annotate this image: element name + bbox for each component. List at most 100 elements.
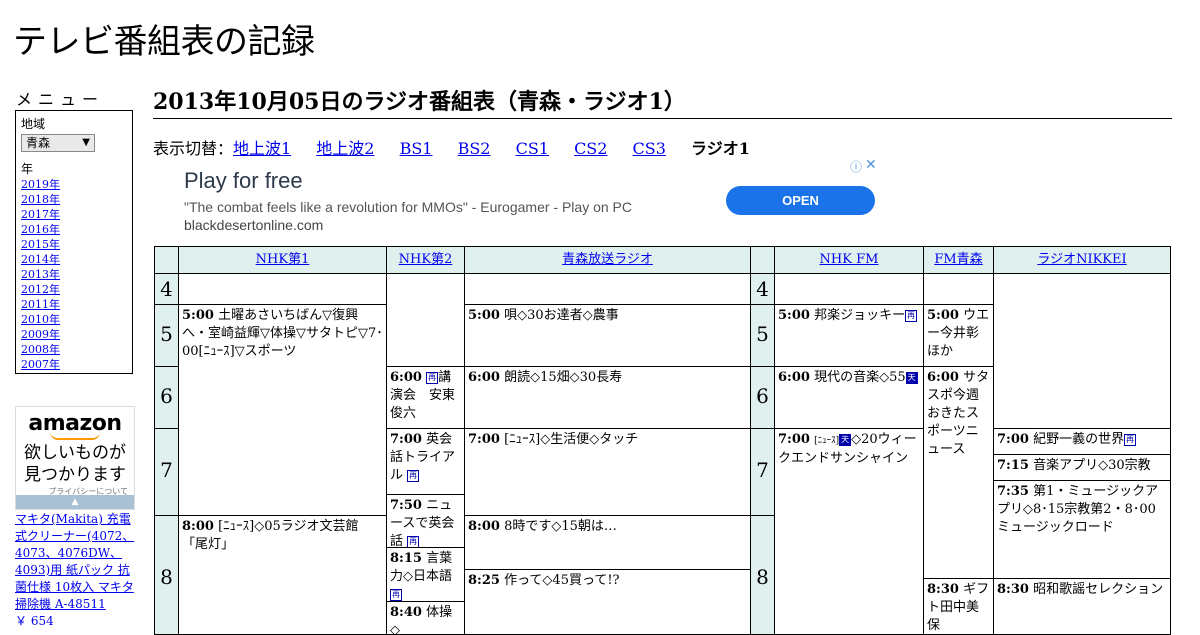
program-cell[interactable]: 8:00 8時です◇15朝は… — [464, 515, 751, 570]
hour-cell: 6 — [154, 366, 179, 429]
station-link[interactable]: NHK FM — [820, 252, 879, 267]
corner-cell — [750, 246, 775, 274]
hour-cell: 8 — [154, 515, 179, 635]
hour-cell: 5 — [154, 304, 179, 367]
program-cell[interactable]: 7:00 [ﾆｭｰｽ]◇生活便◇タッチ — [464, 428, 751, 516]
program-cell[interactable]: 8:15 言葉力◇日本語 再 — [386, 547, 465, 602]
program-cell[interactable]: 7:15 音楽アプリ◇30宗教 — [993, 454, 1171, 481]
program-title: 邦楽ジョッキー — [814, 308, 906, 323]
site-title: テレビ番組表の記録 — [13, 22, 315, 62]
program-title: 唄◇30お達者◇農事 — [504, 308, 619, 323]
program-cell[interactable]: 8:25 作って◇45買って!? — [464, 569, 751, 635]
program-empty — [464, 273, 751, 305]
program-time: 7:15 — [997, 458, 1029, 473]
year-link[interactable]: 2015年 — [21, 237, 127, 252]
ad-open-button[interactable]: OPEN — [726, 186, 875, 215]
station-link[interactable]: 青森放送ラジオ — [562, 252, 653, 267]
weather-icon: 天 — [905, 371, 918, 384]
menu-title: メニュー — [16, 90, 105, 109]
station-header-nikkei: ラジオNIKKEI — [993, 246, 1171, 274]
year-link[interactable]: 2011年 — [21, 297, 127, 312]
program-time: 6:00 — [468, 370, 500, 385]
program-cell[interactable]: 5:00 唄◇30お達者◇農事 — [464, 304, 751, 367]
program-cell[interactable]: 7:50 ニュースで英会話 再 — [386, 494, 465, 548]
product-link[interactable]: マキタ(Makita) 充電式クリーナー(4072、4073、4076DW、40… — [15, 512, 134, 611]
close-icon[interactable]: ✕ — [865, 156, 877, 173]
amazon-tagline-2: 見つかります — [24, 465, 126, 485]
program-cell[interactable]: 5:00 ウエー今井彰ほか — [923, 304, 994, 367]
program-time: 5:00 — [182, 308, 214, 323]
amazon-logo: amazon — [28, 411, 122, 436]
station-link[interactable]: NHK第2 — [399, 252, 453, 267]
program-cell[interactable]: 8:30 昭和歌謡セレクション — [993, 578, 1171, 635]
info-icon[interactable]: ⓘ — [850, 158, 862, 175]
program-cell[interactable]: 7:00 紀野一義の世界再 — [993, 428, 1171, 455]
program-time: 7:00 — [778, 432, 810, 447]
rebroadcast-icon: 再 — [407, 535, 420, 547]
program-cell[interactable]: 8:00 [ﾆｭｰｽ]◇05ラジオ文芸館「尾灯」 — [178, 515, 387, 635]
program-cell[interactable]: 7:00 英会話トライアル 再 — [386, 428, 465, 495]
program-time: 8:00 — [468, 519, 500, 534]
program-cell[interactable]: 8:30 ギフト田中美保 — [923, 578, 994, 635]
year-list: 2019年 2018年 2017年 2016年 2015年 2014年 2013… — [21, 177, 127, 372]
page-title: 2013年10月05日のラジオ番組表（青森・ラジオ1） — [153, 84, 1172, 119]
program-time: 6:00 — [390, 370, 422, 385]
hour-cell: 4 — [750, 273, 775, 305]
program-title: [ﾆｭｰｽ] — [814, 436, 840, 446]
program-empty — [774, 273, 924, 305]
program-time: 7:35 — [997, 484, 1029, 499]
program-time: 6:00 — [927, 370, 959, 385]
hour-cell: 7 — [154, 428, 179, 516]
year-link[interactable]: 2017年 — [21, 207, 127, 222]
year-link[interactable]: 2018年 — [21, 192, 127, 207]
year-link[interactable]: 2010年 — [21, 312, 127, 327]
year-link[interactable]: 2007年 — [21, 357, 127, 372]
program-cell[interactable]: 5:00 土曜あさいちばん▽復興へ・室崎益輝▽体操▽サタトピ▽7･00[ﾆｭｰｽ… — [178, 304, 387, 516]
station-header-nhk1: NHK第1 — [178, 246, 387, 274]
banner-ad[interactable]: Play for free "The combat feels like a r… — [153, 156, 881, 246]
program-title: 8時です◇15朝は… — [504, 519, 617, 534]
program-title: 紀野一義の世界 — [1033, 432, 1125, 447]
station-link[interactable]: FM青森 — [934, 252, 982, 267]
amazon-ad[interactable]: amazon 欲しいものが 見つかります プライバシーについて ▲ — [15, 406, 135, 510]
program-time: 7:00 — [997, 432, 1029, 447]
year-label: 年 — [21, 162, 34, 176]
menu-panel: 地域 青森 ▼ 年 2019年 2018年 2017年 2016年 2015年 … — [15, 110, 133, 374]
year-link[interactable]: 2012年 — [21, 282, 127, 297]
region-select-value: 青森 — [26, 136, 51, 150]
rebroadcast-icon: 再 — [905, 309, 918, 322]
program-time: 8:40 — [390, 605, 422, 620]
program-title: 現代の音楽◇55 — [814, 370, 906, 385]
program-cell[interactable]: 6:00 サタスポ今週おきたスポーツニュース — [923, 366, 994, 579]
program-time: 8:00 — [182, 519, 214, 534]
program-cell[interactable]: 6:00 現代の音楽◇55 天 — [774, 366, 924, 429]
program-cell[interactable]: 7:35 第1・ミュージックアプリ◇8･15宗教第2・8･00ミュージックロード — [993, 480, 1171, 579]
station-link[interactable]: ラジオNIKKEI — [1037, 252, 1126, 267]
program-cell[interactable]: 6:00 朗読◇15畑◇30長寿 — [464, 366, 751, 429]
rebroadcast-icon: 再 — [426, 371, 439, 384]
program-time: 8:30 — [997, 582, 1029, 597]
year-link[interactable]: 2019年 — [21, 177, 127, 192]
expand-up-icon[interactable]: ▲ — [16, 495, 134, 509]
year-link[interactable]: 2009年 — [21, 327, 127, 342]
program-time: 7:50 — [390, 498, 422, 513]
program-cell[interactable]: 5:00 邦楽ジョッキー再 — [774, 304, 924, 367]
station-link[interactable]: NHK第1 — [256, 252, 310, 267]
ad-headline[interactable]: Play for free — [184, 168, 303, 194]
amazon-product: マキタ(Makita) 充電式クリーナー(4072、4073、4076DW、40… — [15, 511, 137, 630]
program-cell[interactable]: 7:00 [ﾆｭｰｽ] 天 ◇20ウィークエンドサンシャイン — [774, 428, 924, 635]
hour-cell: 8 — [750, 515, 775, 635]
program-empty — [178, 273, 387, 305]
rebroadcast-icon: 再 — [1124, 433, 1137, 446]
station-header-nhkfm: NHK FM — [774, 246, 924, 274]
program-title: 昭和歌謡セレクション — [1033, 582, 1164, 597]
hour-cell: 6 — [750, 366, 775, 429]
program-cell[interactable]: 6:00 再講演会 安東俊六 — [386, 366, 465, 429]
rebroadcast-icon: 再 — [390, 588, 402, 601]
product-price: ￥ 654 — [15, 614, 54, 628]
year-link[interactable]: 2008年 — [21, 342, 127, 357]
year-link[interactable]: 2014年 — [21, 252, 127, 267]
year-link[interactable]: 2013年 — [21, 267, 127, 282]
year-link[interactable]: 2016年 — [21, 222, 127, 237]
region-select[interactable]: 青森 ▼ — [21, 134, 95, 152]
